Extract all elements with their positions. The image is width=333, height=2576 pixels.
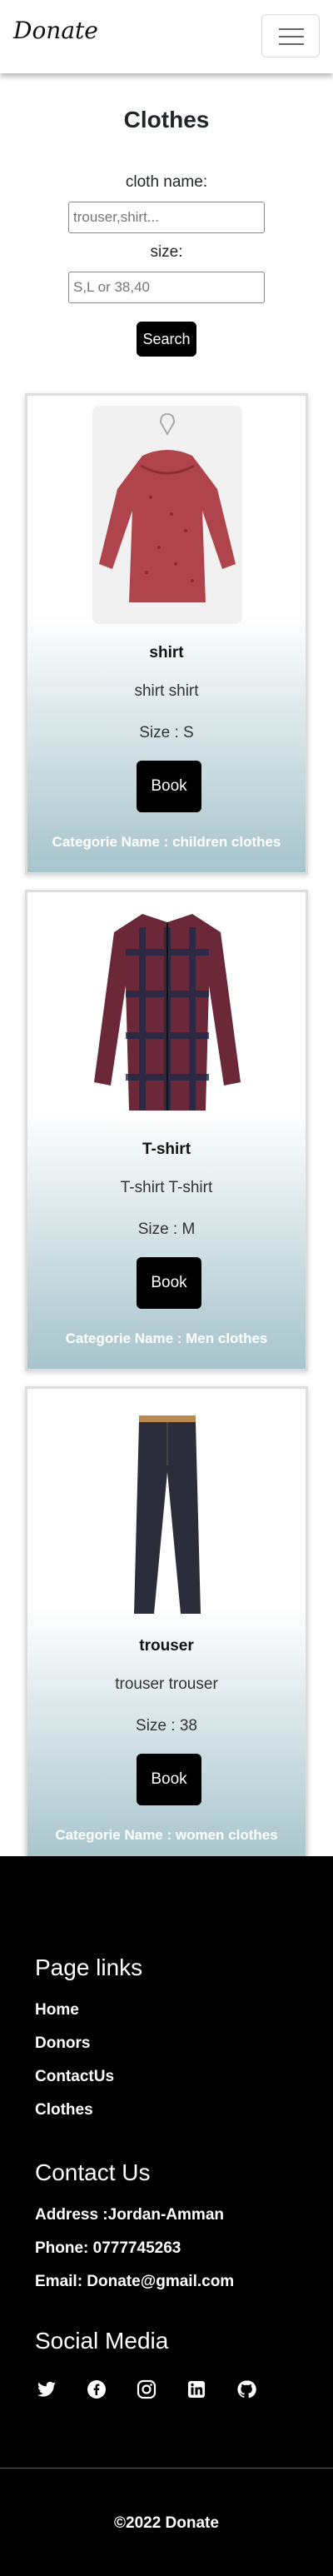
clothing-card: shirt shirt shirt Size : S Book Categori… [25,393,308,875]
footer: Page links Home Donors ContactUs Clothes… [0,1856,333,2576]
size-label: size: [150,243,183,261]
search-button[interactable]: Search [137,322,196,357]
footer-link-home[interactable]: Home [35,2001,79,2019]
card-size: Size : 38 [136,1717,197,1735]
footer-divider [0,2468,333,2469]
card-title: shirt [149,644,184,661]
navbar: Donate [0,0,333,73]
card-description: shirt shirt [134,682,199,700]
cloth-name-input[interactable] [68,202,265,233]
card-category: Categorie Name : women clothes [55,1827,278,1843]
page-links-title: Page links [35,1954,143,1980]
card-size: Size : S [139,724,194,741]
footer-link-donors[interactable]: Donors [35,2034,91,2053]
card-title: trouser [139,1637,194,1655]
cloth-name-label: cloth name: [125,173,208,191]
footer-link-contactus[interactable]: ContactUs [35,2068,114,2086]
plaid-shirt-image [94,914,241,1111]
menu-toggle-button[interactable] [261,14,320,57]
facebook-icon[interactable] [85,2378,108,2401]
book-button[interactable]: Book [137,1257,201,1309]
contact-email: Email: Donate@gmail.com [35,2273,235,2290]
page-title: Clothes [123,107,210,132]
card-description: trouser trouser [115,1675,218,1693]
menu-icon-bar [279,28,304,30]
blouse-image [92,406,242,624]
social-icons [35,2378,258,2401]
card-title: T-shirt [142,1141,191,1158]
card-description: T-shirt T-shirt [120,1179,213,1196]
card-category: Categorie Name : Men clothes [65,1330,268,1346]
card-category: Categorie Name : children clothes [52,834,281,850]
card-size: Size : M [137,1221,196,1238]
size-input[interactable] [68,272,265,303]
contact-phone: Phone: 0777745263 [35,2239,181,2257]
clothing-card: T-shirt T-shirt T-shirt Size : M Book Ca… [25,890,308,1371]
twitter-icon[interactable] [35,2378,58,2401]
menu-icon-bar [279,43,304,45]
contact-title: Contact Us [35,2159,151,2185]
menu-icon-bar [279,36,304,37]
brand-logo[interactable]: Donate [13,17,98,44]
book-button[interactable]: Book [137,1754,201,1805]
trousers-image [134,1415,201,1614]
social-media-title: Social Media [35,2328,169,2354]
instagram-icon[interactable] [135,2378,158,2401]
book-button[interactable]: Book [137,761,201,812]
contact-address: Address :Jordan-Amman [35,2206,224,2224]
github-icon[interactable] [235,2378,258,2401]
linkedin-icon[interactable] [185,2378,208,2401]
clothing-card: trouser trouser trouser Size : 38 Book C… [25,1386,308,1868]
copyright: ©2022 Donate [114,2514,219,2532]
footer-link-clothes[interactable]: Clothes [35,2101,93,2119]
